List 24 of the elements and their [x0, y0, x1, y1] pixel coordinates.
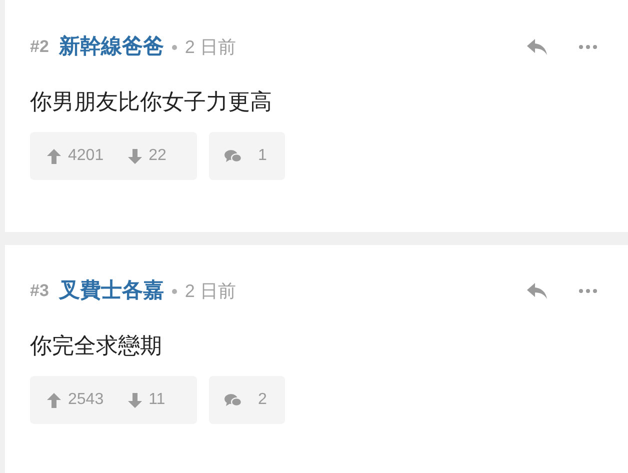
upvote-button[interactable]: 2543 — [46, 388, 104, 412]
author-link[interactable]: 叉費士各嘉 — [58, 275, 164, 307]
upvote-button[interactable]: 4201 — [46, 144, 104, 168]
speech-bubbles-icon — [224, 392, 242, 408]
more-icon[interactable] — [578, 288, 598, 294]
downvote-button[interactable]: 22 — [126, 144, 166, 168]
down-arrow-icon — [126, 392, 143, 408]
comment-number: #3 — [30, 280, 49, 302]
down-arrow-icon — [126, 148, 143, 164]
more-icon[interactable] — [578, 44, 598, 50]
up-arrow-icon — [46, 392, 62, 408]
reply-icon[interactable] — [526, 38, 548, 56]
speech-bubbles-icon — [224, 148, 242, 164]
post-time: 2 日前 — [184, 36, 236, 58]
replies-button[interactable]: 1 — [209, 132, 285, 180]
post-time: 2 日前 — [184, 280, 236, 302]
up-arrow-icon — [46, 148, 62, 164]
reply-icon[interactable] — [526, 282, 548, 300]
comment-text: 你男朋友比你女子力更高 — [30, 88, 273, 116]
comment-text: 你完全求戀期 — [30, 332, 163, 360]
comment-number: #2 — [30, 36, 49, 58]
downvote-button[interactable]: 11 — [126, 388, 166, 412]
author-link[interactable]: 新幹線爸爸 — [58, 31, 164, 63]
replies-button[interactable]: 2 — [209, 376, 285, 424]
